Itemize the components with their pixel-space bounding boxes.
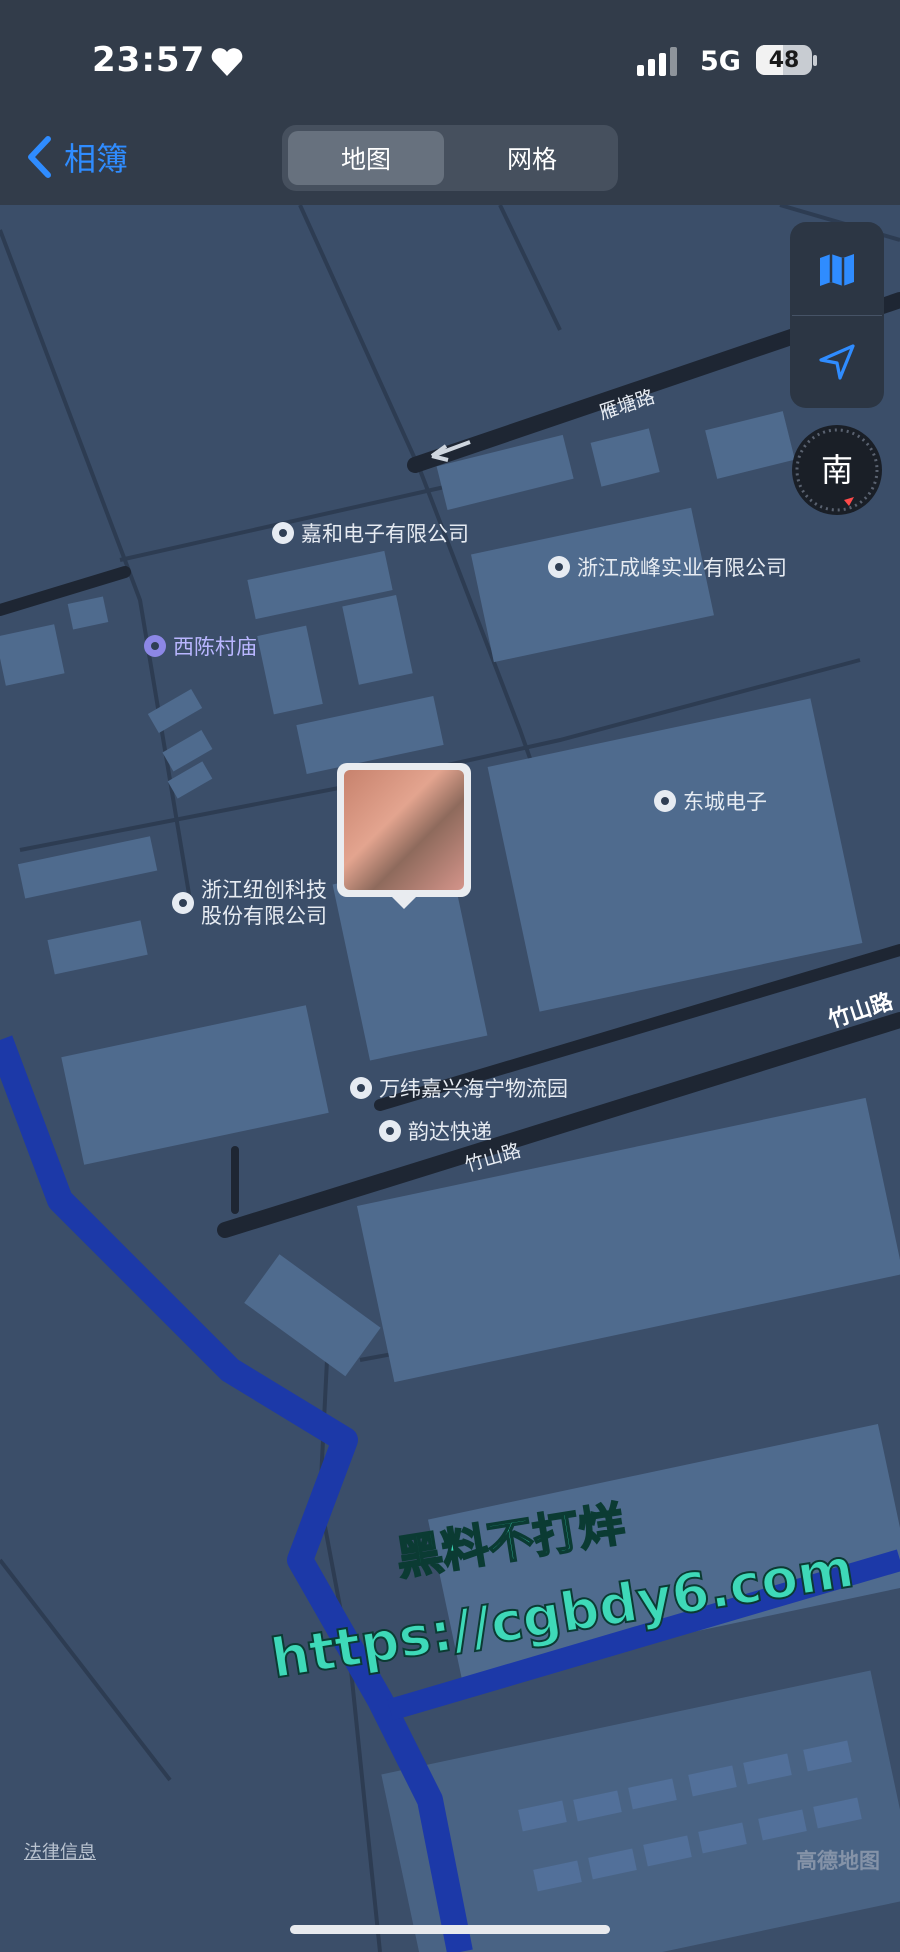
locate-me-button[interactable] — [800, 330, 874, 394]
photo-pin[interactable] — [337, 763, 471, 909]
poi-marker-icon — [548, 556, 570, 578]
status-time: 23:57 — [92, 40, 206, 80]
poi-label: 嘉和电子有限公司 — [301, 522, 469, 546]
back-button[interactable]: 相簿 — [24, 134, 128, 180]
poi-xichen-temple[interactable]: 西陈村庙 — [144, 631, 257, 661]
poi-label: 韵达快递 — [408, 1120, 492, 1144]
heart-icon — [211, 48, 243, 76]
legal-info-link[interactable]: 法律信息 — [24, 1838, 96, 1864]
map-view[interactable]: 雁塘路 竹山路 竹山路 嘉和电子有限公司 浙江成峰实业有限公司 西陈村庙 东城电… — [0, 205, 900, 1952]
poi-label: 浙江纽创科技 — [201, 878, 327, 902]
poi-marker-icon — [272, 522, 294, 544]
poi-wanwei[interactable]: 万纬嘉兴海宁物流园 — [350, 1073, 568, 1103]
poi-dongcheng[interactable]: 东城电子 — [654, 786, 767, 816]
pin-pointer — [390, 895, 418, 909]
location-arrow-icon — [819, 344, 855, 380]
poi-marker-icon — [172, 892, 194, 914]
poi-marker-icon — [379, 1120, 401, 1142]
battery-level: 48 — [768, 47, 800, 73]
status-bar: 23:57 5G 48 — [0, 0, 900, 125]
poi-marker-icon — [350, 1077, 372, 1099]
poi-label-line2: 股份有限公司 — [201, 904, 327, 928]
map-controls-divider — [792, 315, 882, 316]
poi-jiahe[interactable]: 嘉和电子有限公司 — [272, 518, 469, 548]
back-label: 相簿 — [64, 140, 129, 178]
map-mode-icon — [820, 254, 854, 286]
network-type: 5G — [700, 46, 741, 77]
poi-marker-icon — [654, 790, 676, 812]
compass-button[interactable]: 南 — [792, 425, 882, 515]
tab-map[interactable]: 地图 — [288, 131, 444, 185]
poi-label: 浙江成峰实业有限公司 — [577, 556, 787, 580]
map-provider-logo: 高德地图 — [796, 1849, 880, 1873]
temple-icon — [144, 635, 166, 657]
signal-icon — [637, 47, 677, 76]
photo-thumbnail — [344, 770, 464, 890]
view-segmented-control: 地图 网格 — [282, 125, 618, 191]
poi-label: 西陈村庙 — [173, 635, 257, 659]
compass-direction: 南 — [820, 451, 853, 489]
poi-yunda[interactable]: 韵达快递 — [379, 1116, 492, 1146]
poi-label: 东城电子 — [683, 790, 767, 814]
battery-icon: 48 — [756, 45, 817, 77]
tab-grid[interactable]: 网格 — [452, 131, 612, 185]
poi-niuchuang[interactable]: 浙江纽创科技 股份有限公司 — [172, 877, 327, 929]
map-mode-button[interactable] — [800, 240, 874, 300]
back-chevron-icon — [28, 136, 51, 178]
poi-chengfeng[interactable]: 浙江成峰实业有限公司 — [548, 552, 787, 582]
poi-label: 万纬嘉兴海宁物流园 — [379, 1077, 568, 1101]
home-indicator[interactable] — [290, 1925, 610, 1934]
